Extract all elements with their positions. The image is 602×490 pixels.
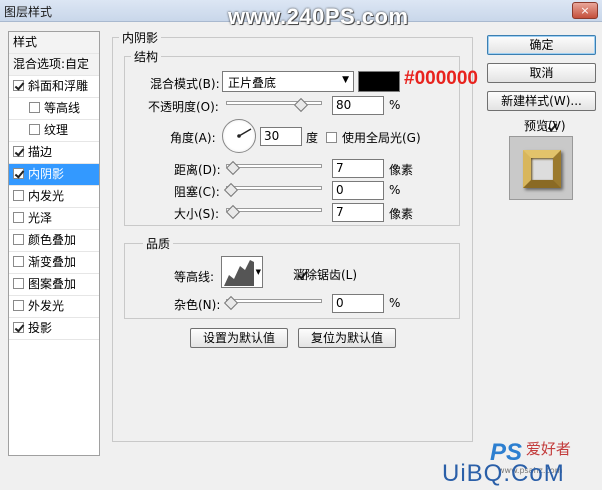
choke-label: 阻塞(C):	[174, 185, 220, 199]
ok-button[interactable]: 确定	[487, 35, 596, 55]
sidebar-item-checkbox[interactable]	[13, 278, 24, 289]
sidebar-item-checkbox[interactable]	[13, 300, 24, 311]
blend-mode-select[interactable]: 正片叠底 ▼	[222, 71, 354, 92]
sidebar-item-10[interactable]: 外发光	[9, 296, 99, 318]
new-style-button[interactable]: 新建样式(W)...	[487, 91, 596, 111]
sidebar-item-label: 图案叠加	[28, 277, 77, 291]
sidebar-item-label: 投影	[28, 321, 53, 335]
sidebar-item-2[interactable]: 纹理	[9, 120, 99, 142]
sidebar-item-3[interactable]: 描边	[9, 142, 99, 164]
sidebar-item-checkbox[interactable]	[29, 102, 40, 113]
angle-input[interactable]: 30	[260, 127, 302, 146]
noise-input[interactable]: 0	[332, 294, 384, 313]
sidebar-item-label: 内阴影	[28, 167, 65, 181]
reset-default-button[interactable]: 复位为默认值	[298, 328, 396, 348]
color-swatch[interactable]	[358, 71, 400, 92]
noise-label: 杂色(N):	[174, 298, 221, 312]
blend-options-item[interactable]: 混合选项:自定	[9, 54, 99, 76]
sidebar-item-checkbox[interactable]	[13, 168, 24, 179]
noise-slider-track[interactable]	[226, 299, 322, 303]
choke-unit: %	[389, 183, 401, 197]
size-input[interactable]: 7	[332, 203, 384, 222]
sidebar-item-6[interactable]: 光泽	[9, 208, 99, 230]
opacity-unit: %	[389, 98, 401, 112]
sidebar-item-1[interactable]: 等高线	[9, 98, 99, 120]
sidebar-item-0[interactable]: 斜面和浮雕	[9, 76, 99, 98]
sidebar-item-label: 颜色叠加	[28, 233, 77, 247]
sidebar-item-checkbox[interactable]	[13, 80, 24, 91]
global-light-checkbox[interactable]	[326, 132, 337, 143]
distance-unit: 像素	[389, 163, 414, 177]
distance-label: 距离(D):	[174, 163, 221, 177]
opacity-label: 不透明度(O):	[148, 100, 219, 114]
opacity-input[interactable]: 80	[332, 96, 384, 115]
sidebar-item-checkbox[interactable]	[13, 322, 24, 333]
sidebar-item-checkbox[interactable]	[13, 256, 24, 267]
sidebar-item-label: 内发光	[28, 189, 65, 203]
close-icon: ×	[580, 4, 590, 17]
sidebar-item-label: 光泽	[28, 211, 53, 225]
contour-label: 等高线:	[174, 270, 215, 284]
contour-chevron-down-icon: ▼	[255, 268, 261, 276]
angle-label: 角度(A):	[170, 131, 216, 145]
sidebar-item-8[interactable]: 渐变叠加	[9, 252, 99, 274]
blend-mode-value: 正片叠底	[228, 76, 277, 90]
set-default-button[interactable]: 设置为默认值	[190, 328, 288, 348]
choke-slider-track[interactable]	[226, 186, 322, 190]
angle-unit: 度	[306, 131, 319, 145]
sidebar-item-label: 斜面和浮雕	[28, 79, 89, 93]
distance-input[interactable]: 7	[332, 159, 384, 178]
sidebar-item-label: 等高线	[44, 101, 81, 115]
contour-picker[interactable]: ▼	[221, 256, 263, 288]
ps-enthusiast-text: 爱好者	[525, 440, 571, 458]
preview-label: 预览(V)	[524, 119, 566, 133]
sidebar-item-checkbox[interactable]	[13, 146, 24, 157]
style-list: 样式 混合选项:自定 斜面和浮雕等高线纹理描边内阴影内发光光泽颜色叠加渐变叠加图…	[8, 31, 100, 456]
watermark-top: www.240PS.com	[228, 4, 409, 29]
preview-frame	[523, 150, 561, 188]
size-label: 大小(S):	[174, 207, 220, 221]
structure-legend: 结构	[131, 48, 162, 65]
antialias-label: 消除锯齿(L)	[293, 268, 358, 282]
quality-legend: 品质	[143, 235, 174, 252]
cancel-button[interactable]: 取消	[487, 63, 596, 83]
brand-watermark: UiBQ.CoM	[442, 460, 565, 487]
sidebar-item-label: 渐变叠加	[28, 255, 77, 269]
inner-shadow-title: 内阴影	[119, 29, 162, 46]
color-hex-annotation: #000000	[404, 68, 478, 89]
sidebar-item-checkbox[interactable]	[13, 212, 24, 223]
sidebar-item-4[interactable]: 内阴影	[9, 164, 99, 186]
style-list-header[interactable]: 样式	[9, 32, 99, 54]
sidebar-item-11[interactable]: 投影	[9, 318, 99, 340]
choke-input[interactable]: 0	[332, 181, 384, 200]
sidebar-item-checkbox[interactable]	[13, 190, 24, 201]
sidebar-item-label: 外发光	[28, 299, 65, 313]
sidebar-item-9[interactable]: 图案叠加	[9, 274, 99, 296]
sidebar-item-5[interactable]: 内发光	[9, 186, 99, 208]
size-unit: 像素	[389, 207, 414, 221]
angle-dial-needle-icon	[237, 128, 252, 138]
sidebar-item-checkbox[interactable]	[13, 234, 24, 245]
contour-curve-icon	[224, 260, 254, 286]
sidebar-item-label: 描边	[28, 145, 53, 159]
blend-mode-label: 混合模式(B):	[150, 77, 220, 91]
sidebar-item-7[interactable]: 颜色叠加	[9, 230, 99, 252]
close-button[interactable]: ×	[572, 2, 598, 19]
sidebar-item-checkbox[interactable]	[29, 124, 40, 135]
chevron-down-icon: ▼	[342, 75, 349, 85]
angle-dial[interactable]	[222, 119, 256, 153]
window-title: 图层样式	[4, 5, 53, 19]
noise-unit: %	[389, 296, 401, 310]
sidebar-item-label: 纹理	[44, 123, 69, 137]
global-light-label: 使用全局光(G)	[342, 131, 421, 145]
preview-thumbnail	[509, 136, 573, 200]
